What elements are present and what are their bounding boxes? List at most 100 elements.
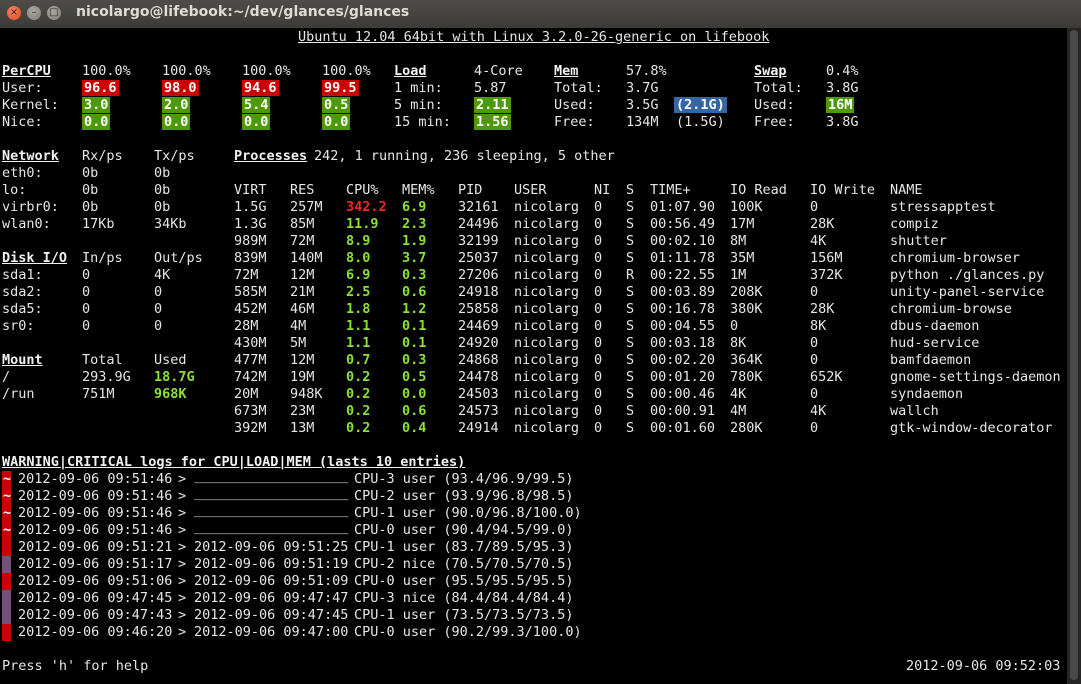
swap-free-label: Free: xyxy=(754,114,795,131)
cpu-core-total: 100.0% xyxy=(82,63,131,80)
network-iface: lo: xyxy=(2,182,26,199)
diskio-in-header: In/ps xyxy=(82,250,123,267)
process-name: dbus-daemon xyxy=(890,318,979,335)
process-io-read: 380K xyxy=(730,301,763,318)
load-row-label: 5 min: xyxy=(394,97,443,114)
minimize-icon[interactable]: – xyxy=(27,6,41,20)
close-icon[interactable]: × xyxy=(7,6,21,20)
terminal[interactable]: Ubuntu 12.04 64bit with Linux 3.2.0-26-g… xyxy=(0,28,1081,684)
diskio-out: 4K xyxy=(154,267,170,284)
column-header-io-read[interactable]: IO Read xyxy=(730,182,787,199)
log-start: 2012-09-06 09:51:06 xyxy=(18,573,172,590)
mem-used-extra: (2.1G) xyxy=(674,97,727,113)
process-user: nicolarg xyxy=(514,199,579,216)
process-mem: 0.1 xyxy=(402,318,426,335)
column-header-mem[interactable]: MEM% xyxy=(402,182,435,199)
mount-point: / xyxy=(2,369,10,386)
process-mem: 0.3 xyxy=(402,352,426,369)
mount-total: 293.9G xyxy=(82,369,131,386)
log-ongoing-marker: ~ xyxy=(3,522,11,539)
process-cpu: 1.8 xyxy=(346,301,370,318)
process-pid: 24478 xyxy=(458,369,499,386)
process-res: 13M xyxy=(290,420,314,437)
log-start: 2012-09-06 09:51:46 xyxy=(18,471,172,488)
process-pid: 32161 xyxy=(458,199,499,216)
log-level-marker xyxy=(2,539,11,556)
network-tx: 34Kb xyxy=(154,216,187,233)
help-hint: Press 'h' for help xyxy=(2,658,148,675)
process-virt: 989M xyxy=(234,233,267,250)
diskio-device: sda2: xyxy=(2,284,43,301)
process-ni: 0 xyxy=(594,233,602,250)
network-rx: 17Kb xyxy=(82,216,115,233)
column-header-name[interactable]: NAME xyxy=(890,182,923,199)
process-io-read: 100K xyxy=(730,199,763,216)
process-virt: 742M xyxy=(234,369,267,386)
window-titlebar[interactable]: × – □ nicolargo@lifebook:~/dev/glances/g… xyxy=(0,0,1081,28)
process-io-write: 28K xyxy=(810,301,834,318)
column-header-state[interactable]: S xyxy=(626,182,634,199)
diskio-out: 0 xyxy=(154,284,162,301)
scrollbar-thumb[interactable] xyxy=(1070,30,1078,680)
cpu-core-nice: 0.0 xyxy=(322,114,350,130)
network-tx: 0b xyxy=(154,199,170,216)
process-virt: 1.5G xyxy=(234,199,267,216)
process-io-read: 280K xyxy=(730,420,763,437)
process-mem: 0.6 xyxy=(402,284,426,301)
column-header-user[interactable]: USER xyxy=(514,182,547,199)
process-pid: 24496 xyxy=(458,216,499,233)
mount-total-header: Total xyxy=(82,352,123,369)
column-header-ni[interactable]: NI xyxy=(594,182,610,199)
process-io-write: 156M xyxy=(810,250,843,267)
process-time: 00:01.20 xyxy=(650,369,715,386)
process-ni: 0 xyxy=(594,216,602,233)
mem-free-label: Free: xyxy=(554,114,595,131)
scrollbar[interactable] xyxy=(1067,28,1081,684)
process-virt: 839M xyxy=(234,250,267,267)
process-pid: 24868 xyxy=(458,352,499,369)
log-arrow: > xyxy=(178,624,186,641)
column-header-virt[interactable]: VIRT xyxy=(234,182,267,199)
column-header-cpu[interactable]: CPU% xyxy=(346,182,379,199)
log-level-marker xyxy=(2,573,11,590)
mount-title: Mount xyxy=(2,352,43,369)
network-iface: eth0: xyxy=(2,165,43,182)
diskio-device: sda1: xyxy=(2,267,43,284)
process-user: nicolarg xyxy=(514,403,579,420)
log-start: 2012-09-06 09:51:46 xyxy=(18,522,172,539)
log-level-marker xyxy=(2,624,11,641)
column-header-res[interactable]: RES xyxy=(290,182,314,199)
process-time: 01:07.90 xyxy=(650,199,715,216)
process-cpu: 342.2 xyxy=(346,199,387,216)
process-state: S xyxy=(626,301,634,318)
column-header-io-write[interactable]: IO Write xyxy=(810,182,875,199)
diskio-in: 0 xyxy=(82,267,90,284)
process-user: nicolarg xyxy=(514,284,579,301)
process-state: S xyxy=(626,335,634,352)
log-end: 2012-09-06 09:47:00 xyxy=(194,624,348,641)
process-io-write: 0 xyxy=(810,352,818,369)
column-header-pid[interactable]: PID xyxy=(458,182,482,199)
log-level-marker xyxy=(2,556,11,573)
process-io-write: 0 xyxy=(810,199,818,216)
maximize-icon[interactable]: □ xyxy=(47,6,61,20)
process-io-write: 652K xyxy=(810,369,843,386)
process-ni: 0 xyxy=(594,335,602,352)
log-arrow: > xyxy=(178,590,186,607)
mount-used: 18.7G xyxy=(154,369,195,386)
process-ni: 0 xyxy=(594,318,602,335)
diskio-out-header: Out/ps xyxy=(154,250,203,267)
process-io-write: 0 xyxy=(810,420,818,437)
process-ni: 0 xyxy=(594,267,602,284)
process-time: 00:16.78 xyxy=(650,301,715,318)
process-time: 00:03.89 xyxy=(650,284,715,301)
process-mem: 1.2 xyxy=(402,301,426,318)
process-io-read: 8M xyxy=(730,233,746,250)
log-end: 2012-09-06 09:47:45 xyxy=(194,607,348,624)
process-virt: 585M xyxy=(234,284,267,301)
process-io-write: 0 xyxy=(810,284,818,301)
process-io-write: 8K xyxy=(810,318,826,335)
column-header-time[interactable]: TIME+ xyxy=(650,182,691,199)
log-description: CPU-0 user (90.2/99.3/100.0) xyxy=(354,624,582,641)
process-mem: 3.7 xyxy=(402,250,426,267)
